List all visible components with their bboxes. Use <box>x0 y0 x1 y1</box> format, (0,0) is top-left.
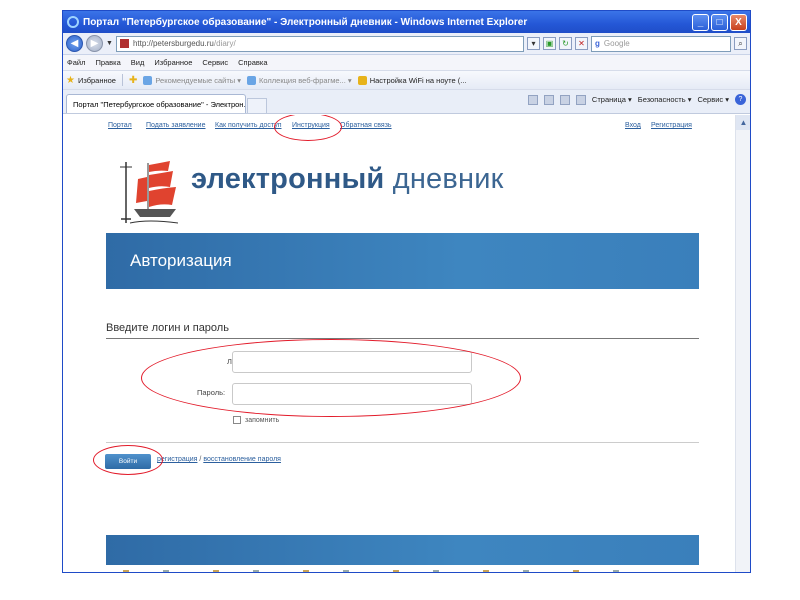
new-tab-button[interactable] <box>247 98 267 113</box>
url-dropdown-icon[interactable]: ▾ <box>527 37 540 50</box>
login-button[interactable]: Войти <box>105 454 151 469</box>
nav-link-instructions[interactable]: Инструкция <box>292 122 330 129</box>
stop-icon[interactable]: ✕ <box>575 37 588 50</box>
internet-explorer-icon <box>67 16 79 28</box>
home-icon[interactable] <box>527 94 538 105</box>
tab-label: Портал "Петербургское образование" - Эле… <box>73 99 246 109</box>
favorites-item-label: Коллекция веб-фрагме... ▾ <box>259 75 352 85</box>
help-icon[interactable]: ? <box>735 94 746 105</box>
sailing-ship-logo-icon <box>120 161 178 224</box>
window-controls: _ □ X <box>692 13 747 31</box>
window-title: Портал "Петербургское образование" - Эле… <box>83 16 528 28</box>
vertical-scrollbar[interactable]: ▲ <box>735 115 750 572</box>
nav-link-portal[interactable]: Портал <box>108 122 132 129</box>
tab-active[interactable]: Портал "Петербургское образование" - Эле… <box>66 94 246 113</box>
print-icon[interactable] <box>575 94 586 105</box>
add-favorite-icon[interactable]: ✚ <box>129 75 137 86</box>
nav-link-how-to-access[interactable]: Как получить доступ <box>215 122 282 129</box>
tab-bar: Портал "Петербургское образование" - Эле… <box>63 90 750 114</box>
menu-view[interactable]: Вид <box>131 58 145 67</box>
footer-bar <box>106 535 699 565</box>
divider <box>121 74 123 86</box>
bookmark-icon <box>357 75 367 85</box>
back-button[interactable]: ◀ <box>66 35 83 52</box>
remember-checkbox[interactable] <box>233 416 241 424</box>
password-label: Пароль: <box>197 388 226 397</box>
link-separator: / <box>199 456 202 463</box>
remember-label: запомнить <box>245 416 280 424</box>
favorites-button[interactable]: ★ Избранное <box>66 75 116 86</box>
recover-password-link[interactable]: восстановление пароля <box>203 456 281 463</box>
auth-banner: Авторизация <box>106 233 699 289</box>
maximize-button[interactable]: □ <box>711 13 728 31</box>
divider <box>106 338 699 339</box>
favorites-label: Избранное <box>77 75 116 85</box>
login-field[interactable] <box>232 351 472 373</box>
nav-link-feedback[interactable]: Обратная связь <box>340 122 392 129</box>
feeds-icon[interactable] <box>543 94 554 105</box>
nav-link-apply[interactable]: Подать заявление <box>146 122 206 129</box>
forward-button[interactable]: ▶ <box>86 35 103 52</box>
footer-partner-logos <box>123 570 643 572</box>
logo-text-bold: электронный <box>191 163 385 195</box>
search-icon[interactable]: ⌕ <box>734 37 747 50</box>
mail-icon[interactable] <box>559 94 570 105</box>
auth-banner-title: Авторизация <box>130 251 232 270</box>
site-logo-title: электронный дневник <box>191 163 503 196</box>
minimize-button[interactable]: _ <box>692 13 709 31</box>
favorites-item-label: Настройка WiFi на ноуте (... <box>369 75 467 85</box>
address-bar: ◀ ▶ ▼ http://petersburgedu.ru/diary/ ▾ ▣… <box>63 33 750 55</box>
close-button[interactable]: X <box>730 13 747 31</box>
menu-file[interactable]: Файл <box>67 58 85 67</box>
nav-link-register[interactable]: Регистрация <box>651 122 692 129</box>
divider <box>106 442 699 443</box>
search-field[interactable]: g Google <box>591 35 731 52</box>
history-dropdown-icon[interactable]: ▼ <box>106 40 113 47</box>
account-links: регистрация / восстановление пароля <box>157 456 281 463</box>
menu-help[interactable]: Справка <box>238 58 267 67</box>
suggested-sites-icon <box>143 75 153 85</box>
command-bar: Страница ▾ Безопасность ▾ Сервис ▾ ? <box>527 94 746 105</box>
page-content: Портал Подать заявление Как получить дос… <box>63 115 735 572</box>
safety-menu[interactable]: Безопасность ▾ <box>638 95 692 104</box>
menu-bar: Файл Правка Вид Избранное Сервис Справка <box>63 55 750 70</box>
web-slice-icon <box>247 75 257 85</box>
url-host: http://petersburgedu.ru <box>132 39 214 48</box>
favorites-item-suggested-sites[interactable]: Рекомендуемые сайты ▾ <box>143 75 242 85</box>
favorites-bar: ★ Избранное ✚ Рекомендуемые сайты ▾ Колл… <box>63 70 750 90</box>
menu-edit[interactable]: Правка <box>95 58 120 67</box>
refresh-icon[interactable]: ↻ <box>559 37 572 50</box>
search-placeholder: Google <box>603 39 630 48</box>
url-field[interactable]: http://petersburgedu.ru/diary/ <box>115 35 524 52</box>
remember-me[interactable]: запомнить <box>233 416 279 424</box>
favorites-item-label: Рекомендуемые сайты ▾ <box>155 75 242 85</box>
scroll-up-icon[interactable]: ▲ <box>736 115 750 130</box>
star-icon: ★ <box>66 74 75 86</box>
register-link[interactable]: регистрация <box>157 456 197 463</box>
password-field[interactable] <box>232 383 472 405</box>
login-heading: Введите логин и пароль <box>106 322 229 334</box>
title-bar: Портал "Петербургское образование" - Эле… <box>63 11 750 33</box>
url-path: /diary/ <box>213 39 236 48</box>
menu-favorites[interactable]: Избранное <box>154 58 192 67</box>
compatibility-view-icon[interactable]: ▣ <box>543 37 556 50</box>
site-favicon-icon <box>119 39 129 48</box>
browser-window: Портал "Петербургское образование" - Эле… <box>62 10 751 573</box>
menu-tools[interactable]: Сервис <box>202 58 228 67</box>
tools-menu[interactable]: Сервис ▾ <box>697 95 729 104</box>
nav-link-login[interactable]: Вход <box>625 122 641 129</box>
favorites-item-web-slices[interactable]: Коллекция веб-фрагме... ▾ <box>247 75 352 85</box>
google-search-icon: g <box>595 39 600 48</box>
favorites-item-wifi[interactable]: Настройка WiFi на ноуте (... <box>357 75 467 85</box>
logo-text-regular: дневник <box>392 163 504 195</box>
page-menu[interactable]: Страница ▾ <box>592 95 632 104</box>
